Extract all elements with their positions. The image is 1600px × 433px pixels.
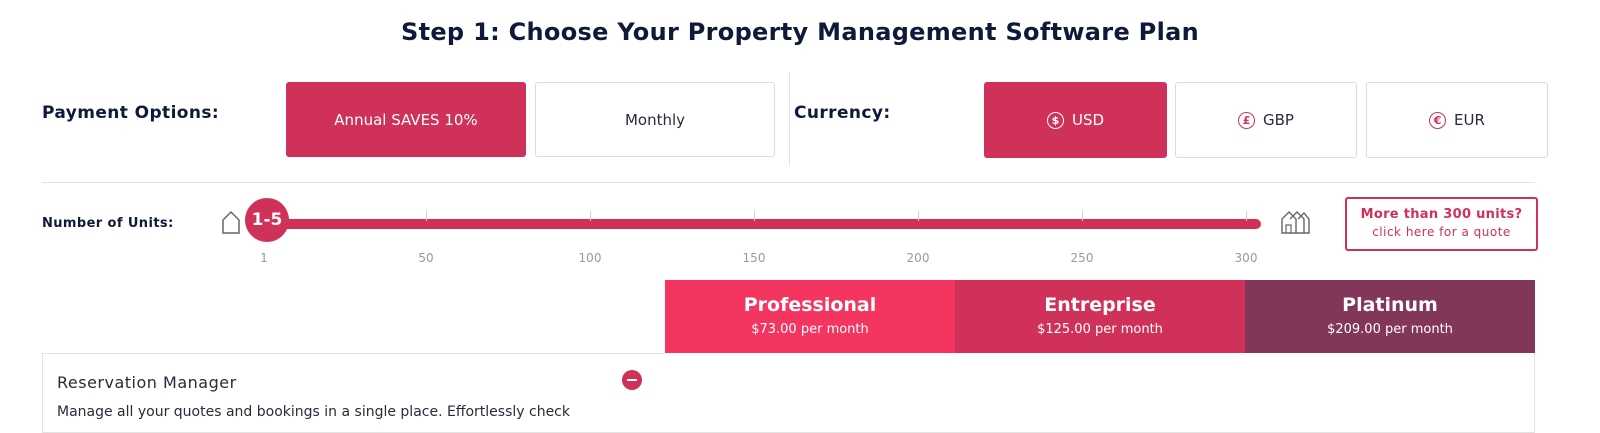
slider-tick bbox=[918, 211, 919, 221]
slider-tick-label: 250 bbox=[1070, 251, 1094, 265]
plan-name: Platinum bbox=[1342, 294, 1438, 316]
collapse-minus-icon[interactable] bbox=[622, 370, 642, 390]
plan-name: Entreprise bbox=[1044, 294, 1156, 316]
quote-link-button[interactable]: More than 300 units? click here for a qu… bbox=[1345, 197, 1538, 251]
plan-price: $209.00 per month bbox=[1327, 322, 1453, 337]
payment-options-label: Payment Options: bbox=[42, 103, 220, 123]
quote-line2: click here for a quote bbox=[1372, 225, 1511, 239]
house-icon bbox=[222, 210, 240, 234]
section-divider bbox=[42, 182, 1535, 183]
slider-tick-label: 100 bbox=[578, 251, 602, 265]
slider-tick bbox=[1246, 211, 1247, 221]
slider-tick-label: 200 bbox=[906, 251, 930, 265]
currency-gbp-label: GBP bbox=[1263, 111, 1294, 129]
slider-tick bbox=[754, 211, 755, 221]
slider-tick-label: 300 bbox=[1234, 251, 1258, 265]
slider-tick bbox=[1082, 211, 1083, 221]
units-label: Number of Units: bbox=[42, 216, 174, 231]
currency-eur-button[interactable]: € EUR bbox=[1366, 82, 1548, 158]
feature-description: Manage all your quotes and bookings in a… bbox=[57, 404, 570, 420]
payment-annual-button[interactable]: Annual SAVES 10% bbox=[286, 82, 526, 157]
plan-platinum[interactable]: Platinum $209.00 per month bbox=[1245, 280, 1535, 353]
plan-entreprise[interactable]: Entreprise $125.00 per month bbox=[955, 280, 1245, 353]
euro-icon: € bbox=[1429, 111, 1447, 129]
dollar-icon: $ bbox=[1046, 111, 1064, 129]
currency-usd-button[interactable]: $ USD bbox=[984, 82, 1167, 158]
page-title: Step 1: Choose Your Property Management … bbox=[401, 18, 1199, 46]
feature-name: Reservation Manager bbox=[57, 373, 237, 392]
pound-icon: £ bbox=[1238, 111, 1256, 129]
plan-price: $125.00 per month bbox=[1037, 322, 1163, 337]
quote-line1: More than 300 units? bbox=[1360, 207, 1523, 222]
currency-label: Currency: bbox=[794, 103, 891, 123]
plan-name: Professional bbox=[743, 294, 877, 316]
buildings-icon bbox=[1281, 211, 1310, 234]
slider-tick bbox=[590, 211, 591, 221]
units-slider-thumb[interactable]: 1-5 bbox=[245, 198, 289, 242]
payment-monthly-button[interactable]: Monthly bbox=[535, 82, 775, 157]
units-slider-track[interactable] bbox=[268, 219, 1261, 229]
feature-card bbox=[42, 353, 1535, 433]
currency-eur-label: EUR bbox=[1454, 111, 1485, 129]
currency-usd-label: USD bbox=[1071, 111, 1105, 129]
plan-price: $73.00 per month bbox=[751, 322, 869, 337]
plan-professional[interactable]: Professional $73.00 per month bbox=[665, 280, 955, 353]
options-divider bbox=[789, 72, 790, 166]
slider-tick-label: 150 bbox=[742, 251, 766, 265]
currency-gbp-button[interactable]: £ GBP bbox=[1175, 82, 1357, 158]
slider-tick bbox=[426, 211, 427, 221]
slider-tick-label: 50 bbox=[418, 251, 434, 265]
slider-tick-label: 1 bbox=[260, 251, 268, 265]
feature-card-border bbox=[42, 353, 664, 354]
